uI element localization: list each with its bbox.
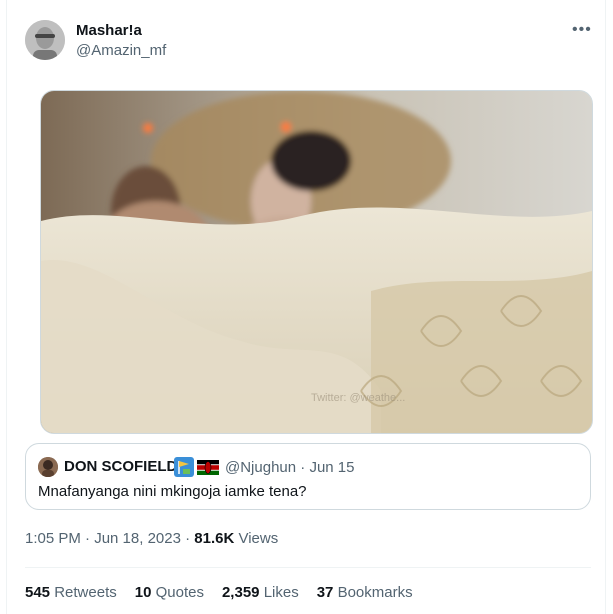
quoted-author-icons bbox=[174, 457, 219, 477]
retweets-label: Retweets bbox=[54, 584, 117, 601]
quoted-date[interactable]: Jun 15 bbox=[309, 459, 354, 476]
quoted-handle[interactable]: @Njughun bbox=[225, 459, 296, 476]
tweet-image[interactable]: Twitter: @weathe... bbox=[40, 90, 593, 434]
likes-label: Likes bbox=[263, 584, 299, 601]
kenya-flag-icon bbox=[197, 459, 219, 475]
likes-stat[interactable]: 2,359 Likes bbox=[222, 584, 299, 601]
author-avatar[interactable] bbox=[25, 20, 65, 60]
author-handle[interactable]: @Amazin_mf bbox=[76, 42, 166, 59]
quotes-count: 10 bbox=[134, 584, 152, 601]
bookmarks-stat[interactable]: 37 Bookmarks bbox=[317, 584, 413, 601]
more-icon[interactable]: ••• bbox=[572, 21, 592, 39]
bookmarks-count: 37 bbox=[316, 584, 334, 601]
likes-count: 2,359 bbox=[221, 584, 260, 601]
author-name[interactable]: Mashar!a bbox=[76, 22, 142, 39]
quoted-meta: @Njughun · Jun 15 bbox=[225, 459, 355, 476]
retweets-stat[interactable]: 545 Retweets bbox=[25, 584, 117, 601]
quoted-author-name[interactable]: DON SCOFIELD bbox=[64, 458, 177, 475]
views-count: 81.6K bbox=[194, 530, 235, 547]
quoted-tweet[interactable]: DON SCOFIELD @Njughun · Jun 15 Mnafanyan… bbox=[25, 443, 591, 510]
bookmarks-label: Bookmarks bbox=[337, 584, 413, 601]
quoted-avatar-image bbox=[38, 457, 58, 477]
quotes-label: Quotes bbox=[155, 584, 204, 601]
tweet-time[interactable]: 1:05 PM · Jun 18, 2023 · bbox=[25, 530, 194, 547]
engagement-stats: 545 Retweets 10 Quotes 2,359 Likes 37 Bo… bbox=[25, 584, 413, 601]
image-watermark: Twitter: @weathe... bbox=[311, 392, 405, 404]
photo-bed-scene: Twitter: @weathe... bbox=[41, 91, 592, 433]
views-label: Views bbox=[234, 530, 279, 547]
construction-flag-icon bbox=[174, 457, 194, 477]
avatar-image bbox=[25, 20, 65, 60]
quoted-author-avatar[interactable] bbox=[38, 457, 58, 477]
quotes-stat[interactable]: 10 Quotes bbox=[135, 584, 204, 601]
tweet-timestamp: 1:05 PM · Jun 18, 2023 · 81.6K Views bbox=[25, 530, 278, 547]
stats-divider bbox=[25, 567, 591, 568]
quoted-text: Mnafanyanga nini mkingoja iamke tena? bbox=[38, 483, 307, 500]
retweets-count: 545 bbox=[25, 584, 51, 601]
quoted-separator: · bbox=[296, 459, 310, 476]
